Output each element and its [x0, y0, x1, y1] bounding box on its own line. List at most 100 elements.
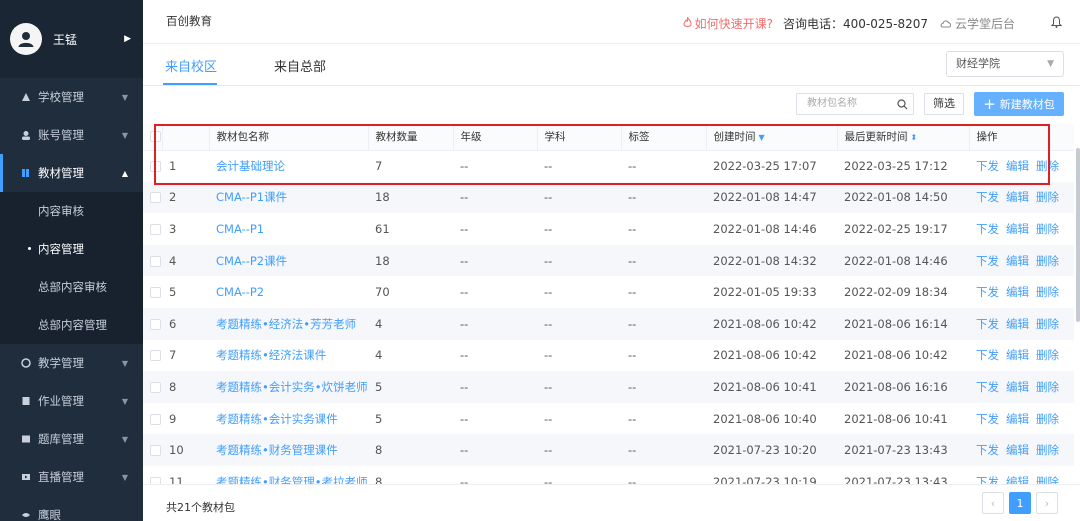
issue-button[interactable]: 下发 [976, 348, 999, 362]
user-panel[interactable]: 王锰 ▶ [0, 0, 143, 78]
row-select-cell[interactable] [143, 466, 162, 484]
row-checkbox[interactable] [150, 476, 161, 484]
sidebar-item-teaching[interactable]: 教学管理 ▼ [0, 344, 143, 382]
table-row[interactable]: 10 考题精练•财务管理课件 8 -- -- -- 2021-07-23 10:20 2021… [143, 434, 1074, 466]
cell-name[interactable]: 考题精练•财务管理•考拉老师 [209, 466, 368, 484]
issue-button[interactable]: 下发 [976, 317, 999, 331]
delete-button[interactable]: 删除 [1036, 380, 1059, 394]
edit-button[interactable]: 编辑 [1006, 475, 1029, 484]
issue-button[interactable]: 下发 [976, 159, 999, 173]
sidebar-item-account[interactable]: 账号管理 ▼ [0, 116, 143, 154]
delete-button[interactable]: 删除 [1036, 190, 1059, 204]
sidebar-item-question-bank[interactable]: 题库管理 ▼ [0, 420, 143, 458]
row-select-cell[interactable] [143, 434, 162, 466]
cell-name[interactable]: 考题精练•经济法•芳芳老师 [209, 307, 368, 340]
search-input[interactable]: 教材包名称 [796, 93, 914, 115]
row-checkbox[interactable] [150, 350, 161, 362]
sidebar-subitem-hq-review[interactable]: 总部内容审核 [0, 268, 143, 306]
cloud-backend-link[interactable]: 云学堂后台 [940, 15, 1015, 32]
issue-button[interactable]: 下发 [976, 254, 999, 268]
cell-name[interactable]: 考题精练•经济法课件 [209, 340, 368, 372]
edit-button[interactable]: 编辑 [1006, 380, 1029, 394]
table-row[interactable]: 6 考题精练•经济法•芳芳老师 4 -- -- -- 2021-08-06 10:42 202… [143, 307, 1074, 340]
cell-name[interactable]: CMA--P1 [209, 213, 368, 245]
row-checkbox[interactable] [150, 445, 161, 457]
edit-button[interactable]: 编辑 [1006, 443, 1029, 457]
sidebar-item-homework[interactable]: 作业管理 ▼ [0, 382, 143, 420]
tab-from-campus[interactable]: 来自校区 [165, 56, 217, 75]
edit-button[interactable]: 编辑 [1006, 222, 1029, 236]
sidebar-subitem-content-manage[interactable]: 内容管理 [0, 230, 143, 268]
cell-name[interactable]: 考题精练•会计实务•炊饼老师 [209, 371, 368, 403]
table-row[interactable]: 8 考题精练•会计实务•炊饼老师 5 -- -- -- 2021-08-06 10:41 20… [143, 371, 1074, 403]
cell-name[interactable]: CMA--P2 [209, 276, 368, 308]
row-select-cell[interactable] [143, 181, 162, 214]
sidebar-item-live[interactable]: 直播管理 ▼ [0, 458, 143, 496]
issue-button[interactable]: 下发 [976, 412, 999, 426]
row-checkbox[interactable] [150, 192, 161, 204]
delete-button[interactable]: 删除 [1036, 443, 1059, 457]
table-row[interactable]: 11 考题精练•财务管理•考拉老师 8 -- -- -- 2021-07-23 10:19 2… [143, 466, 1074, 484]
cell-name[interactable]: CMA--P1课件 [209, 181, 368, 214]
table-row[interactable]: 4 CMA--P2课件 18 -- -- -- 2022-01-08 14:32 2022-0… [143, 244, 1074, 277]
cell-name[interactable]: 会计基础理论 [209, 150, 368, 182]
next-page-button[interactable]: › [1036, 492, 1058, 514]
table-row[interactable]: 5 CMA--P2 70 -- -- -- 2022-01-05 19:33 2022-02-… [143, 276, 1074, 308]
edit-button[interactable]: 编辑 [1006, 159, 1029, 173]
filter-button[interactable]: 筛选 [924, 93, 964, 115]
table-row[interactable]: 1 会计基础理论 7 -- -- -- 2022-03-25 17:07 2022-03-25… [143, 150, 1074, 182]
edit-button[interactable]: 编辑 [1006, 285, 1029, 299]
row-select-cell[interactable] [143, 150, 162, 182]
row-select-cell[interactable] [143, 371, 162, 403]
sidebar-subitem-content-review[interactable]: 内容审核 [0, 192, 143, 230]
row-checkbox[interactable] [150, 223, 161, 235]
howto-link[interactable]: 如何快速开课? [683, 15, 773, 32]
delete-button[interactable]: 删除 [1036, 317, 1059, 331]
row-checkbox[interactable] [150, 161, 161, 173]
select-all-checkbox[interactable] [150, 131, 161, 143]
row-select-cell[interactable] [143, 276, 162, 308]
sidebar-item-school[interactable]: 学校管理 ▼ [0, 78, 143, 116]
delete-button[interactable]: 删除 [1036, 412, 1059, 426]
row-checkbox[interactable] [150, 318, 161, 330]
delete-button[interactable]: 删除 [1036, 159, 1059, 173]
row-checkbox[interactable] [150, 413, 161, 425]
issue-button[interactable]: 下发 [976, 222, 999, 236]
new-textbook-button[interactable]: + 新建教材包 [974, 92, 1064, 116]
issue-button[interactable]: 下发 [976, 380, 999, 394]
delete-button[interactable]: 删除 [1036, 285, 1059, 299]
college-select[interactable]: 财经学院 ▼ [946, 51, 1064, 77]
row-select-cell[interactable] [143, 307, 162, 340]
select-all-cell[interactable] [143, 124, 162, 151]
edit-button[interactable]: 编辑 [1006, 190, 1029, 204]
row-checkbox[interactable] [150, 381, 161, 393]
header-created[interactable]: 创建时间 ▼ [705, 124, 837, 151]
prev-page-button[interactable]: ‹ [982, 492, 1004, 514]
table-row[interactable]: 2 CMA--P1课件 18 -- -- -- 2022-01-08 14:47 2022-0… [143, 181, 1074, 214]
sidebar-item-textbook[interactable]: 教材管理 ▲ [0, 154, 143, 192]
edit-button[interactable]: 编辑 [1006, 254, 1029, 268]
table-row[interactable]: 9 考题精练•会计实务课件 5 -- -- -- 2021-08-06 10:40 2021-… [143, 403, 1074, 435]
cell-name[interactable]: 考题精练•财务管理课件 [209, 434, 368, 466]
scrollbar[interactable] [1076, 148, 1080, 322]
row-select-cell[interactable] [143, 403, 162, 435]
edit-button[interactable]: 编辑 [1006, 412, 1029, 426]
delete-button[interactable]: 删除 [1036, 254, 1059, 268]
tab-from-hq[interactable]: 来自总部 [274, 56, 326, 75]
sort-icon[interactable]: ▼ [759, 133, 765, 142]
sort-icon[interactable]: ⬍ [911, 133, 918, 142]
issue-button[interactable]: 下发 [976, 443, 999, 457]
row-checkbox[interactable] [150, 255, 161, 267]
edit-button[interactable]: 编辑 [1006, 348, 1029, 362]
edit-button[interactable]: 编辑 [1006, 317, 1029, 331]
table-row[interactable]: 7 考题精练•经济法课件 4 -- -- -- 2021-08-06 10:42 2021-0… [143, 340, 1074, 372]
cell-name[interactable]: 考题精练•会计实务课件 [209, 403, 368, 435]
page-number-button[interactable]: 1 [1009, 492, 1031, 514]
row-select-cell[interactable] [143, 244, 162, 277]
delete-button[interactable]: 删除 [1036, 475, 1059, 484]
row-checkbox[interactable] [150, 287, 161, 299]
sidebar-item-eagle-eye[interactable]: 鹰眼 [0, 496, 143, 521]
delete-button[interactable]: 删除 [1036, 348, 1059, 362]
bell-icon[interactable] [1050, 16, 1063, 31]
table-row[interactable]: 3 CMA--P1 61 -- -- -- 2022-01-08 14:46 2022-02-… [143, 213, 1074, 245]
